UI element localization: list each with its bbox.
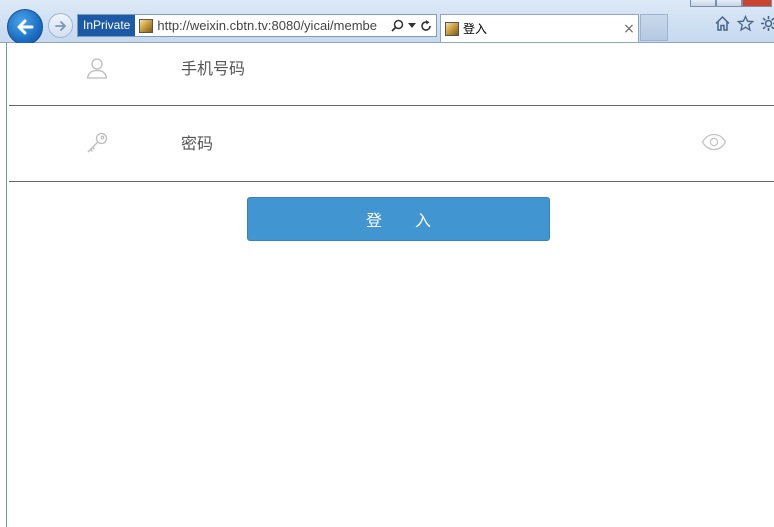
minimize-button[interactable] <box>690 0 716 7</box>
key-icon <box>84 130 110 156</box>
tab-close-icon[interactable]: × <box>620 21 638 37</box>
phone-input[interactable] <box>181 53 661 83</box>
window-controls <box>690 0 772 7</box>
site-favicon-icon <box>139 18 154 33</box>
password-input[interactable] <box>181 128 661 158</box>
browser-toolbar: InPrivate http://weixin.cbtn.tv:8080/yic… <box>0 0 774 45</box>
inprivate-badge[interactable]: InPrivate <box>78 15 136 36</box>
star-favorites-icon[interactable] <box>737 15 754 32</box>
arrow-right-icon <box>54 20 66 31</box>
tab-favicon-icon <box>445 21 459 36</box>
arrow-left-icon <box>17 19 34 35</box>
gear-icon[interactable] <box>760 15 774 32</box>
phone-row <box>9 43 774 106</box>
close-window-button[interactable] <box>742 0 772 7</box>
back-button[interactable] <box>7 9 43 45</box>
refresh-icon[interactable] <box>420 19 432 32</box>
address-bar[interactable]: InPrivate http://weixin.cbtn.tv:8080/yic… <box>77 14 437 37</box>
tab-title: 登入 <box>463 22 488 36</box>
eye-show-password-icon[interactable] <box>701 132 727 152</box>
maximize-button[interactable] <box>716 0 742 7</box>
url-text[interactable]: http://weixin.cbtn.tv:8080/yicai/membe <box>157 18 391 33</box>
login-page: 登 入 <box>6 43 774 527</box>
search-icon[interactable] <box>391 19 404 32</box>
tab-login[interactable]: 登入 × <box>440 14 639 42</box>
login-button[interactable]: 登 入 <box>247 197 550 241</box>
home-icon[interactable] <box>714 15 731 32</box>
new-tab-button[interactable] <box>640 14 668 41</box>
user-icon <box>84 55 110 81</box>
password-row <box>9 106 774 182</box>
forward-button[interactable] <box>48 13 73 38</box>
dropdown-arrow-icon[interactable] <box>408 22 416 29</box>
